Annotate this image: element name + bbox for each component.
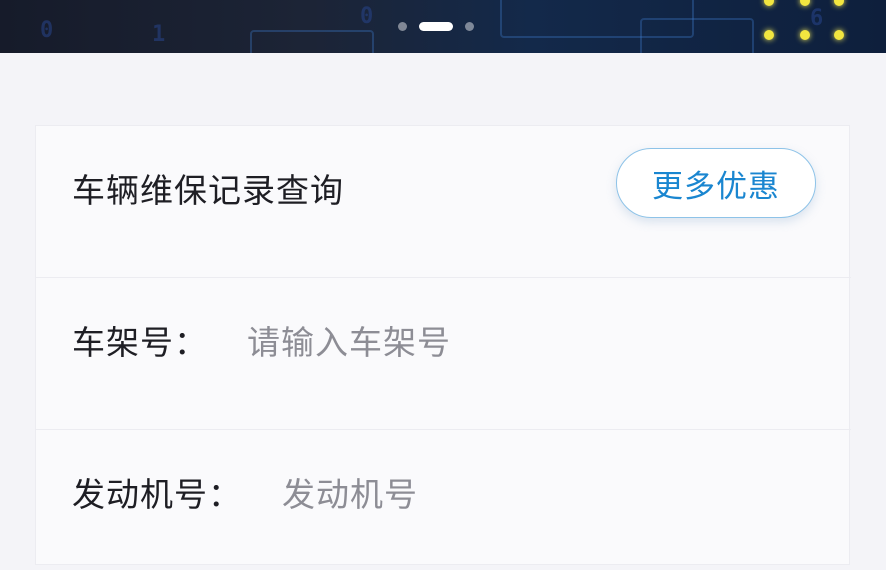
vin-input-row[interactable]: 车架号： 请输入车架号: [36, 278, 851, 430]
banner-decor-digit: 0: [40, 18, 54, 43]
banner-decor-digit: 6: [810, 6, 824, 31]
banner-decor-circuit: [250, 30, 374, 53]
carousel-dot-active[interactable]: [419, 22, 453, 31]
engine-number-input[interactable]: 发动机号: [282, 468, 418, 516]
engine-number-label: 发动机号：: [72, 475, 242, 514]
banner-decor-led: [764, 30, 774, 40]
vin-label: 车架号：: [72, 323, 208, 362]
carousel-dot[interactable]: [465, 22, 474, 31]
engine-number-input-row[interactable]: 发动机号： 发动机号: [36, 430, 851, 570]
banner-decor-led: [834, 30, 844, 40]
banner-decor-led: [834, 0, 844, 6]
banner-decor-digit: 0: [360, 4, 374, 29]
banner-decor-led: [764, 0, 774, 6]
banner-decor-led: [800, 30, 810, 40]
banner-decor-led: [800, 0, 810, 6]
carousel-banner[interactable]: 0 1 0 6: [0, 0, 886, 53]
more-offers-button[interactable]: 更多优惠: [616, 148, 816, 218]
banner-decor-digit: 1: [152, 22, 166, 47]
banner-decor-circuit: [640, 18, 754, 53]
carousel-indicator: [398, 22, 474, 31]
carousel-dot[interactable]: [398, 22, 407, 31]
vin-input[interactable]: 请输入车架号: [247, 316, 451, 364]
card-header-row: 车辆维保记录查询 更多优惠: [36, 126, 851, 278]
card-title: 车辆维保记录查询: [72, 171, 344, 210]
maintenance-record-query-card: 车辆维保记录查询 更多优惠 车架号： 请输入车架号 发动机号： 发动机号: [35, 125, 851, 565]
